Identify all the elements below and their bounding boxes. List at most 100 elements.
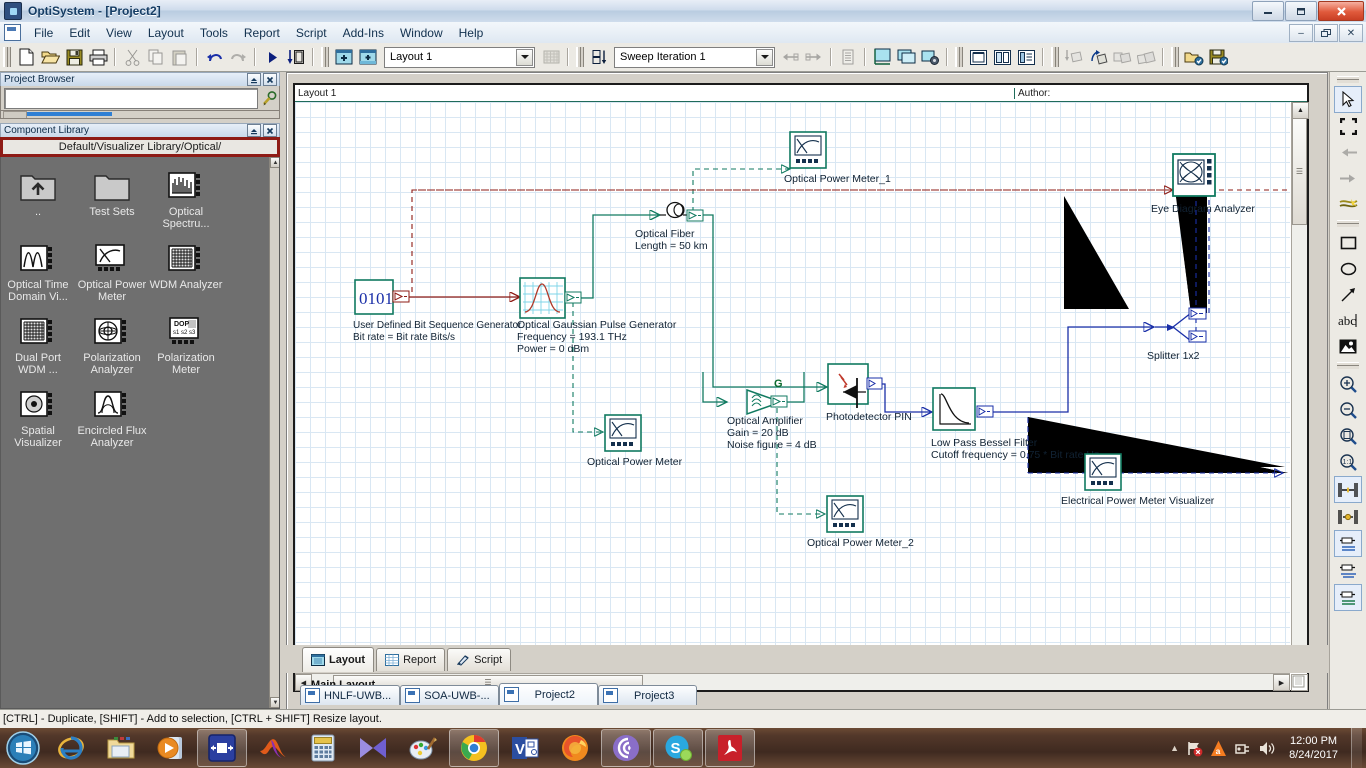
show-desktop-button[interactable] [1351,728,1362,768]
canvas-vertical-scrollbar[interactable]: ▲ ☰ ▼ [1291,102,1309,672]
library-item-polarization-analyzer[interactable]: Polarization Analyzer [75,313,149,376]
redo-icon[interactable] [226,46,250,69]
copy-layout-icon[interactable] [894,46,918,69]
toolbar-grip-2[interactable] [321,47,329,67]
zoom-out-tool[interactable] [1335,398,1361,423]
prev-sweep-icon[interactable] [778,46,802,69]
rtoolbar-grip-3[interactable] [1337,362,1359,369]
zoom-page-tool[interactable] [1335,424,1361,449]
project-tab-project3[interactable]: Project3 [597,685,698,705]
align-bottom-tool[interactable] [1334,584,1362,611]
view-split-icon[interactable] [990,46,1014,69]
toolbar-grip-5[interactable] [1051,47,1059,67]
save-icon[interactable] [62,46,86,69]
chevron-down-icon[interactable] [516,48,533,66]
mdi-minimize-button[interactable]: – [1289,24,1313,42]
zoom-actual-tool[interactable]: 1:1 [1335,450,1361,475]
component-library-close-button[interactable] [263,124,277,137]
sweep-iteration-icon[interactable] [587,46,611,69]
maximize-restore-button[interactable] [1285,1,1317,21]
add-component-icon[interactable] [1086,46,1110,69]
zoom-in-tool[interactable] [1335,372,1361,397]
paste-icon[interactable] [168,46,192,69]
chrome-icon[interactable] [449,729,499,767]
library-item-optical-spectrum-analyzer[interactable]: Optical Spectru... [149,167,223,230]
tab-script[interactable]: Script [447,647,512,671]
toolbar-grip-4[interactable] [955,47,963,67]
bittorrent-icon[interactable] [601,729,651,767]
component-photodetector-pin[interactable] [827,363,883,408]
volume-icon[interactable] [1258,740,1276,757]
menu-file[interactable]: File [26,23,61,43]
project-browser-mini-tab[interactable] [3,111,27,118]
layout-settings-icon[interactable] [918,46,942,69]
tab-report[interactable]: Report [376,647,446,671]
component-optical-gaussian-pulse-generator[interactable] [519,277,582,319]
cut-icon[interactable] [120,46,144,69]
component-optical-power-meter-2[interactable] [826,495,864,533]
resize-layout-icon[interactable] [870,46,894,69]
safely-remove-icon[interactable] [1234,740,1251,757]
line-tool[interactable] [1335,282,1361,307]
project-browser-pin-button[interactable] [247,73,261,86]
distribute-horizontal-tool[interactable] [1335,504,1361,529]
components-group-icon[interactable] [1134,46,1158,69]
align-middle-tool[interactable] [1335,558,1361,583]
copy-component-icon[interactable] [1110,46,1134,69]
layout-grid-icon[interactable] [539,46,563,69]
start-orb[interactable] [0,729,46,767]
visio-icon[interactable]: V [501,730,549,766]
print-icon[interactable] [86,46,110,69]
text-tool[interactable]: abc [1335,308,1361,333]
project-browser-close-button[interactable] [263,73,277,86]
ellipse-tool[interactable] [1335,256,1361,281]
menu-report[interactable]: Report [236,23,288,43]
toolbar-grip[interactable] [3,47,11,67]
mdi-close-button[interactable]: ✕ [1339,24,1363,42]
image-tool[interactable] [1335,334,1361,359]
select-arrow-tool[interactable] [1334,86,1362,113]
vscroll-thumb[interactable]: ☰ [1292,118,1307,225]
align-horizontal-tool[interactable] [1334,476,1362,503]
menu-view[interactable]: View [98,23,140,43]
toolbar-grip-6[interactable] [1171,47,1179,67]
sweep-iteration-combo[interactable]: Sweep Iteration 1 [614,46,775,68]
avast-icon[interactable]: a [1210,740,1227,757]
minimize-button[interactable] [1252,1,1284,21]
rtoolbar-grip[interactable] [1337,76,1359,83]
skype-icon[interactable]: S [653,729,703,767]
library-item-test-sets[interactable]: Test Sets [75,167,149,230]
library-item-spatial-visualizer[interactable]: Spatial Visualizer [1,386,75,449]
adobe-reader-icon[interactable] [705,729,755,767]
matlab-icon[interactable] [249,730,297,766]
parameter-list-icon[interactable] [836,46,860,69]
kmplayer-icon[interactable] [349,730,397,766]
run-icon[interactable] [260,46,284,69]
rtoolbar-grip-2[interactable] [1337,220,1359,227]
project-tab-soa-uwb[interactable]: SOA-UWB-... [400,685,499,705]
library-item-polarization-meter[interactable]: DOP s1 s2 s3 Polarization Meter [149,313,223,376]
connector-right-tool[interactable] [1335,166,1361,191]
menu-help[interactable]: Help [451,23,492,43]
new-icon[interactable] [14,46,38,69]
component-eye-diagram-analyzer[interactable] [1172,153,1216,197]
component-splitter-1x2[interactable] [1155,307,1207,343]
schematic-canvas[interactable]: 0101 User Defined Bit Sequence Generator… [295,102,1290,672]
close-button[interactable] [1318,1,1364,21]
next-sweep-icon[interactable] [802,46,826,69]
undo-icon[interactable] [202,46,226,69]
menu-window[interactable]: Window [392,23,451,43]
component-low-pass-bessel-filter[interactable] [932,387,994,431]
component-bit-sequence-generator[interactable]: 0101 [354,279,410,315]
save-project-icon[interactable] [1206,46,1230,69]
import-component-icon[interactable] [1062,46,1086,69]
library-item-dual-port-wdm[interactable]: Dual Port WDM ... [1,313,75,376]
media-player-icon[interactable] [147,730,195,766]
toolbar-grip-3[interactable] [576,47,584,67]
layout-combo[interactable]: Layout 1 [384,46,535,68]
menu-script[interactable]: Script [288,23,335,43]
rectangle-tool[interactable] [1335,230,1361,255]
library-item-optical-time-domain-visualizer[interactable]: Optical Time Domain Vi... [1,240,75,303]
component-library-scrollbar[interactable]: ▲ ▼ [269,157,279,708]
mdi-restore-button[interactable] [1314,24,1338,42]
